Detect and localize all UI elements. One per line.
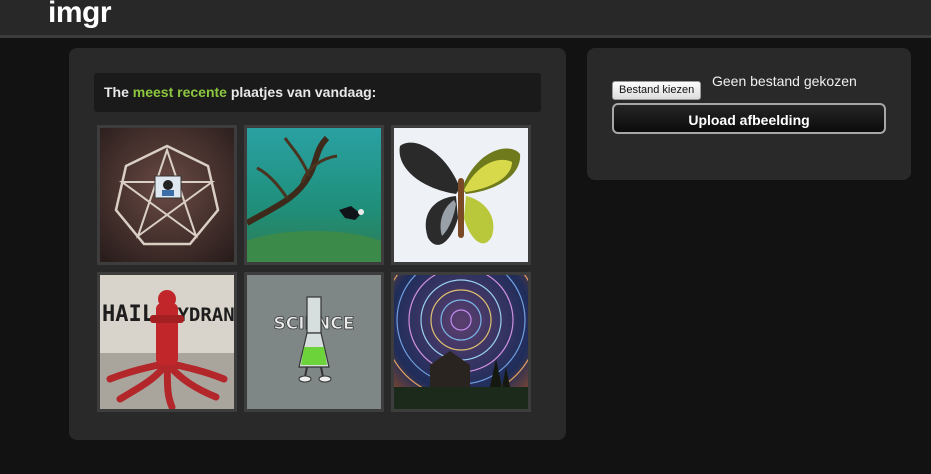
thumbnail-hail-hydrant[interactable]: HAIL HYDRANT — [97, 272, 237, 412]
file-status-text: Geen bestand gekozen — [712, 73, 857, 89]
gallery-heading: The meest recente plaatjes van vandaag: — [94, 73, 541, 112]
hydrant-text-left: HAIL — [102, 302, 155, 327]
heading-suffix: plaatjes van vandaag: — [226, 84, 377, 100]
logo[interactable]: imgr — [48, 0, 112, 30]
thumbnail-butterfly[interactable] — [391, 125, 531, 265]
recent-images-panel: The meest recente plaatjes van vandaag: — [69, 48, 566, 440]
choose-file-button[interactable]: Bestand kiezen — [612, 81, 702, 100]
science-image: SCIENCE — [247, 275, 381, 409]
heading-prefix: The — [104, 84, 133, 100]
diver-image — [247, 128, 381, 262]
upload-button[interactable]: Upload afbeelding — [612, 103, 886, 134]
thumbnail-diver[interactable] — [244, 125, 384, 265]
heading-accent: meest recente — [132, 84, 227, 100]
thumbnail-grid: HAIL HYDRANT SCIENCE — [97, 125, 531, 412]
hail-hydrant-image: HAIL HYDRANT — [100, 275, 234, 409]
pentagram-image — [100, 128, 234, 262]
star-trails-image — [394, 275, 528, 409]
upload-panel: Bestand kiezen Geen bestand gekozen Uplo… — [587, 48, 911, 180]
thumbnail-science[interactable]: SCIENCE — [244, 272, 384, 412]
thumbnail-pentagram[interactable] — [97, 125, 237, 265]
top-bar: imgr — [0, 0, 931, 38]
butterfly-image — [394, 128, 528, 262]
thumbnail-star-trails[interactable] — [391, 272, 531, 412]
